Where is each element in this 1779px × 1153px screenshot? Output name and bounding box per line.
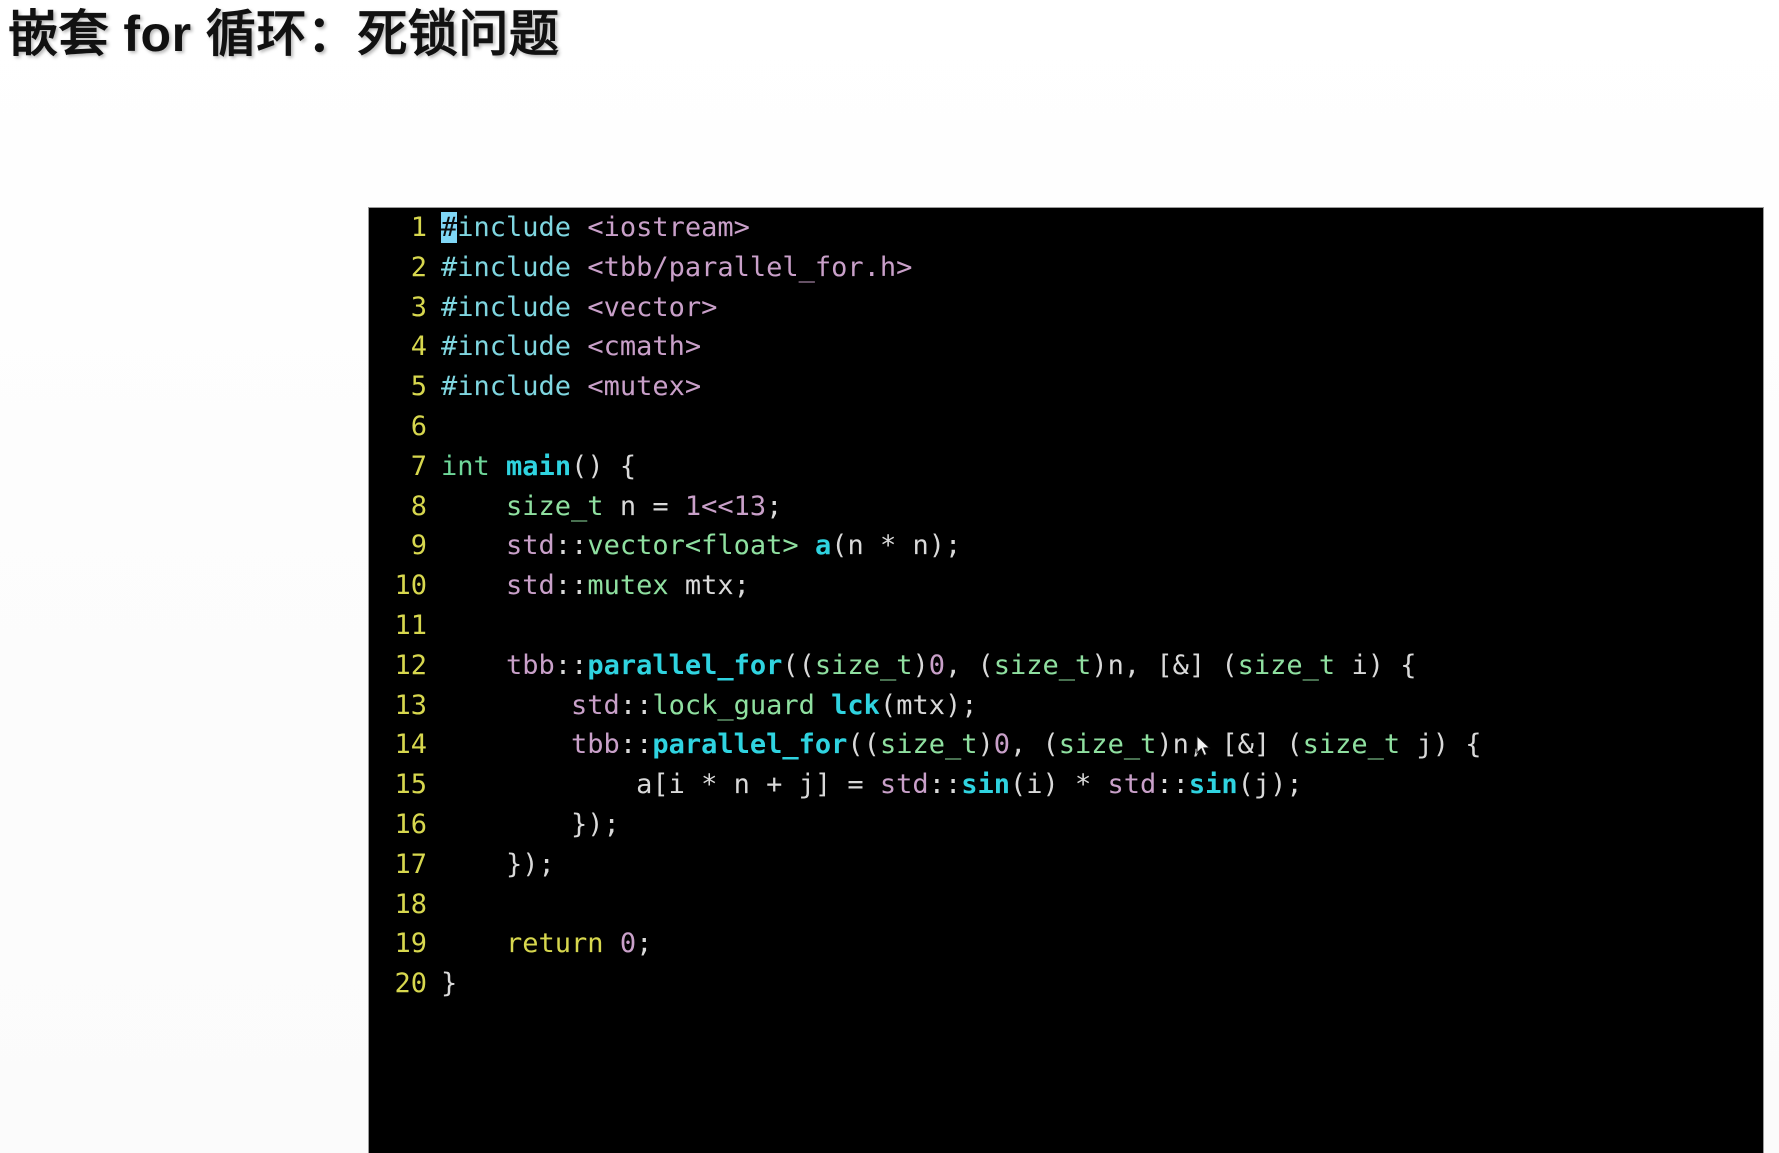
code-line: 5 #include <mutex> [369, 367, 1763, 407]
line-number: 13 [394, 689, 427, 721]
line-number: 1 [410, 212, 427, 243]
line-number: 20 [394, 968, 427, 1000]
code-line: 18 [369, 885, 1763, 925]
page-title: 嵌套 for 循环：死锁问题 [8, 6, 560, 62]
code-line: 11 [369, 606, 1763, 646]
line-number: 18 [394, 888, 427, 920]
code-table: 1 #include <iostream> 2 #include <tbb/pa… [369, 208, 1763, 1004]
code-line: 8 size_t n = 1<<13; [369, 487, 1763, 527]
code-line-content[interactable]: #include <iostream> [441, 208, 1763, 248]
code-line-content[interactable]: }); [441, 845, 1763, 885]
code-line: 4 #include <cmath> [369, 327, 1763, 367]
line-number: 16 [394, 808, 427, 840]
code-line-content[interactable]: } [441, 964, 1763, 1004]
cursor-highlight: # [441, 212, 458, 243]
code-line-content[interactable]: #include <cmath> [441, 327, 1763, 367]
code-line-content[interactable]: tbb::parallel_for((size_t)0, (size_t)n, … [441, 725, 1763, 765]
code-line-content[interactable] [441, 407, 1763, 447]
line-number: 5 [410, 371, 427, 403]
code-line-content[interactable]: std::lock_guard lck(mtx); [441, 686, 1763, 726]
code-line-content[interactable]: size_t n = 1<<13; [441, 487, 1763, 527]
code-line: 13 std::lock_guard lck(mtx); [369, 686, 1763, 726]
code-block[interactable]: 1 #include <iostream> 2 #include <tbb/pa… [368, 207, 1764, 1153]
code-line: 15 a[i * n + j] = std::sin(i) * std::sin… [369, 765, 1763, 805]
code-line: 14 tbb::parallel_for((size_t)0, (size_t)… [369, 725, 1763, 765]
line-number: 2 [410, 251, 427, 283]
code-line: 19 return 0; [369, 924, 1763, 964]
line-number: 8 [410, 490, 427, 522]
line-number: 3 [410, 291, 427, 323]
code-line-content[interactable]: return 0; [441, 924, 1763, 964]
code-line: 17 }); [369, 845, 1763, 885]
code-line-content[interactable]: }); [441, 805, 1763, 845]
code-line: 12 tbb::parallel_for((size_t)0, (size_t)… [369, 646, 1763, 686]
line-number: 15 [394, 769, 427, 801]
line-number: 9 [410, 530, 427, 562]
line-number: 6 [410, 410, 427, 442]
line-number: 12 [394, 649, 427, 681]
code-line: 20 } [369, 964, 1763, 1004]
code-line-content[interactable] [441, 606, 1763, 646]
slide-canvas: 嵌套 for 循环：死锁问题 1 #include <iostream> 2 #… [0, 0, 1779, 1153]
line-number: 14 [394, 729, 427, 761]
code-line-content[interactable]: tbb::parallel_for((size_t)0, (size_t)n, … [441, 646, 1763, 686]
code-line-content[interactable]: #include <tbb/parallel_for.h> [441, 248, 1763, 288]
code-line-content[interactable]: #include <vector> [441, 288, 1763, 328]
code-line-content[interactable]: int main() { [441, 447, 1763, 487]
code-line-content[interactable] [441, 885, 1763, 925]
code-line: 1 #include <iostream> [369, 208, 1763, 248]
line-number: 10 [394, 570, 427, 602]
line-number: 17 [394, 848, 427, 880]
code-line: 16 }); [369, 805, 1763, 845]
code-line-content[interactable]: std::mutex mtx; [441, 566, 1763, 606]
code-lines: 1 #include <iostream> 2 #include <tbb/pa… [369, 208, 1763, 1004]
line-number: 19 [394, 928, 427, 960]
code-line-content[interactable]: std::vector<float> a(n * n); [441, 526, 1763, 566]
line-number: 11 [394, 609, 427, 641]
code-line-content[interactable]: a[i * n + j] = std::sin(i) * std::sin(j)… [441, 765, 1763, 805]
line-number: 4 [410, 331, 427, 363]
code-line: 9 std::vector<float> a(n * n); [369, 526, 1763, 566]
code-line: 2 #include <tbb/parallel_for.h> [369, 248, 1763, 288]
line-number: 7 [410, 450, 427, 482]
code-line: 10 std::mutex mtx; [369, 566, 1763, 606]
code-line: 7 int main() { [369, 447, 1763, 487]
code-line-content[interactable]: #include <mutex> [441, 367, 1763, 407]
code-line: 6 [369, 407, 1763, 447]
code-line: 3 #include <vector> [369, 288, 1763, 328]
